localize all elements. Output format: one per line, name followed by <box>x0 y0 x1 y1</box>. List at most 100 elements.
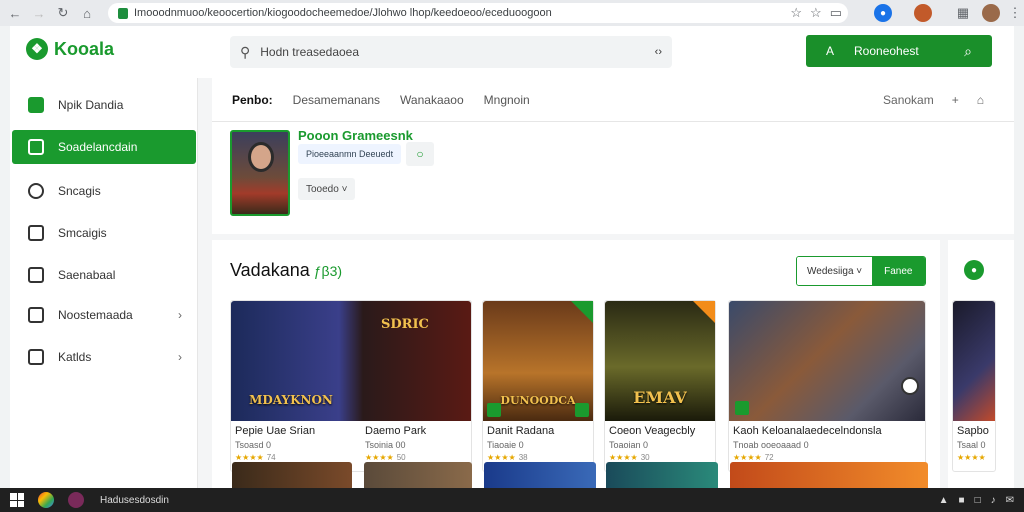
taskbar-window-title[interactable]: Hadusesdosdin <box>100 495 169 506</box>
header-action-button[interactable]: A Rooneohest ⌕ <box>806 35 992 67</box>
chevron-right-icon: › <box>178 308 182 322</box>
tray-up-icon[interactable]: ▲ <box>939 495 949 506</box>
system-tray: ▲ ■ □ ♪ ✉ <box>939 495 1014 506</box>
lock-icon <box>118 7 128 19</box>
tray-app-icon[interactable]: ■ <box>959 495 965 506</box>
game-sub: Tsoinia 00 <box>365 440 406 450</box>
profile-select[interactable]: Tooedo ˅ <box>298 178 356 200</box>
back-icon[interactable]: ← <box>6 4 24 22</box>
game-card-5[interactable]: Sapbo Tsaal 0 ★★★★ <box>952 300 996 472</box>
game-card-peek[interactable] <box>364 462 472 488</box>
profile-chip[interactable]: Pioeeaanmn Deeuedt <box>298 144 402 164</box>
platform-icon <box>735 401 749 415</box>
filter-apply-button[interactable]: Fanee <box>872 257 925 285</box>
sidebar-item-0[interactable]: Npik Dandia <box>12 88 196 122</box>
rating-value: 72 <box>764 453 774 462</box>
logo-icon: ❖ <box>26 38 48 60</box>
game-title: Sapbo <box>957 425 989 437</box>
game-art <box>953 301 995 421</box>
tray-network-icon[interactable]: □ <box>975 495 981 506</box>
games-panel: Vadakana ƒβ3) Wedesiiga ˅ Fanee MDAYKNON … <box>212 240 940 488</box>
stars: ★★★★ <box>235 453 264 462</box>
game-title: Danit Radana <box>487 425 555 437</box>
platform-icon <box>575 403 589 417</box>
rating-value: 50 <box>396 453 406 462</box>
sidebar-item-1[interactable]: Soadelancdain <box>12 130 196 164</box>
tab-0[interactable]: Penbo: <box>232 93 273 107</box>
game-card-3[interactable]: EMAV Coeon Veagecbly Toaoian 0 ★★★★ 30 <box>604 300 716 472</box>
game-card-4[interactable]: Kaoh Keloanalaedecelndonsla Tnoab ooeoaa… <box>728 300 926 472</box>
game-card-peek[interactable] <box>484 462 596 488</box>
rating-stars: ★★★★ 72 <box>733 453 774 462</box>
tray-volume-icon[interactable]: ♪ <box>991 495 996 506</box>
game-card-peek[interactable] <box>232 462 352 488</box>
sidebar-item-label: Saenabaal <box>58 268 116 282</box>
game-art: MDAYKNON SDRIC <box>231 301 471 421</box>
search-icon: ⌕ <box>964 42 972 59</box>
avatar-icon[interactable] <box>982 4 1000 22</box>
game-art-title: EMAV <box>633 388 687 407</box>
game-card-peek[interactable] <box>606 462 718 488</box>
tab-icon[interactable]: ▭ <box>830 5 842 21</box>
info-icon[interactable] <box>901 377 919 395</box>
user-icon: A <box>826 44 835 58</box>
star-icon[interactable]: ☆ <box>790 5 802 21</box>
rating-value: 74 <box>266 453 276 462</box>
stars: ★★★★ <box>487 453 516 462</box>
tab-2[interactable]: Wanakaaoo <box>400 93 464 107</box>
windows-start-icon[interactable] <box>10 493 24 507</box>
rating-stars: ★★★★ 50 <box>365 453 406 462</box>
game-title: Kaoh Keloanalaedecelndonsla <box>733 425 882 437</box>
logo[interactable]: ❖ Kooala <box>26 38 114 60</box>
puzzle-icon[interactable]: ▦ <box>954 4 972 22</box>
profile-card: Pooon Grameesnk Pioeeaanmn Deeuedt ○ Too… <box>212 122 1014 234</box>
stars: ★★★★ <box>957 453 986 462</box>
game-art <box>729 301 925 421</box>
chrome-icon[interactable] <box>38 492 54 508</box>
panel-title-text: Vadakana <box>230 260 310 280</box>
tab-right-label[interactable]: Sanokam <box>883 93 934 107</box>
sidebar-item-6[interactable]: Katlds › <box>12 340 196 374</box>
rating-stars: ★★★★ <box>957 453 986 462</box>
avatar[interactable] <box>230 130 290 216</box>
tab-1[interactable]: Desamemanans <box>293 93 380 107</box>
sidebar-item-label: Noostemaada <box>58 308 133 322</box>
game-sub: Tsoasd 0 <box>235 440 272 450</box>
new-badge <box>571 301 593 323</box>
grid-icon <box>28 139 44 155</box>
platform-icon <box>487 403 501 417</box>
filter-dropdown[interactable]: Wedesiiga ˅ <box>797 257 873 285</box>
game-sub: Tiaoaie 0 <box>487 440 524 450</box>
stars: ★★★★ <box>365 453 394 462</box>
reload-icon[interactable]: ↻ <box>54 4 72 22</box>
tray-message-icon[interactable]: ✉ <box>1006 495 1014 506</box>
game-title: Daemo Park <box>365 425 427 437</box>
forward-icon[interactable]: → <box>30 4 48 22</box>
search-input[interactable]: ⚲ Hodn treasedaoea ‹› <box>230 36 672 68</box>
status-icon[interactable]: ● <box>964 260 984 280</box>
pin-icon[interactable]: + <box>952 93 959 107</box>
sidebar-item-5[interactable]: Noostemaada › <box>12 298 196 332</box>
voice-icon[interactable]: ‹› <box>655 46 662 58</box>
user-icon[interactable]: ⌂ <box>977 93 984 107</box>
sidebar-item-label: Soadelancdain <box>58 140 138 154</box>
game-card-0[interactable]: MDAYKNON SDRIC Pepie Uae Srian Tsoasd 0 … <box>230 300 472 472</box>
extension-icon[interactable]: ● <box>874 4 892 22</box>
sidebar-item-2[interactable]: Sncagis <box>12 174 196 208</box>
sidebar-item-3[interactable]: Smcaigis <box>12 216 196 250</box>
rating-value: 38 <box>518 453 528 462</box>
game-card-2[interactable]: DUNOODCA Danit Radana Tiaoaie 0 ★★★★ 38 <box>482 300 594 472</box>
home-icon[interactable]: ⌂ <box>78 4 96 22</box>
game-card-peek[interactable] <box>730 462 928 488</box>
address-bar[interactable]: Imooodnmuoo/keoocertion/kiogoodocheemedo… <box>108 3 848 23</box>
search-icon: ⚲ <box>240 43 251 60</box>
app-icon[interactable] <box>68 492 84 508</box>
calendar-icon <box>28 267 44 283</box>
bookmark-icon[interactable]: ☆ <box>810 5 822 21</box>
panel-count: ƒβ3) <box>313 263 343 279</box>
tab-3[interactable]: Mngnoin <box>484 93 530 107</box>
refresh-icon[interactable]: ○ <box>406 142 434 166</box>
menu-icon[interactable]: ⋮ <box>1006 4 1024 22</box>
profile-ext-icon[interactable] <box>914 4 932 22</box>
sidebar-item-4[interactable]: Saenabaal <box>12 258 196 292</box>
